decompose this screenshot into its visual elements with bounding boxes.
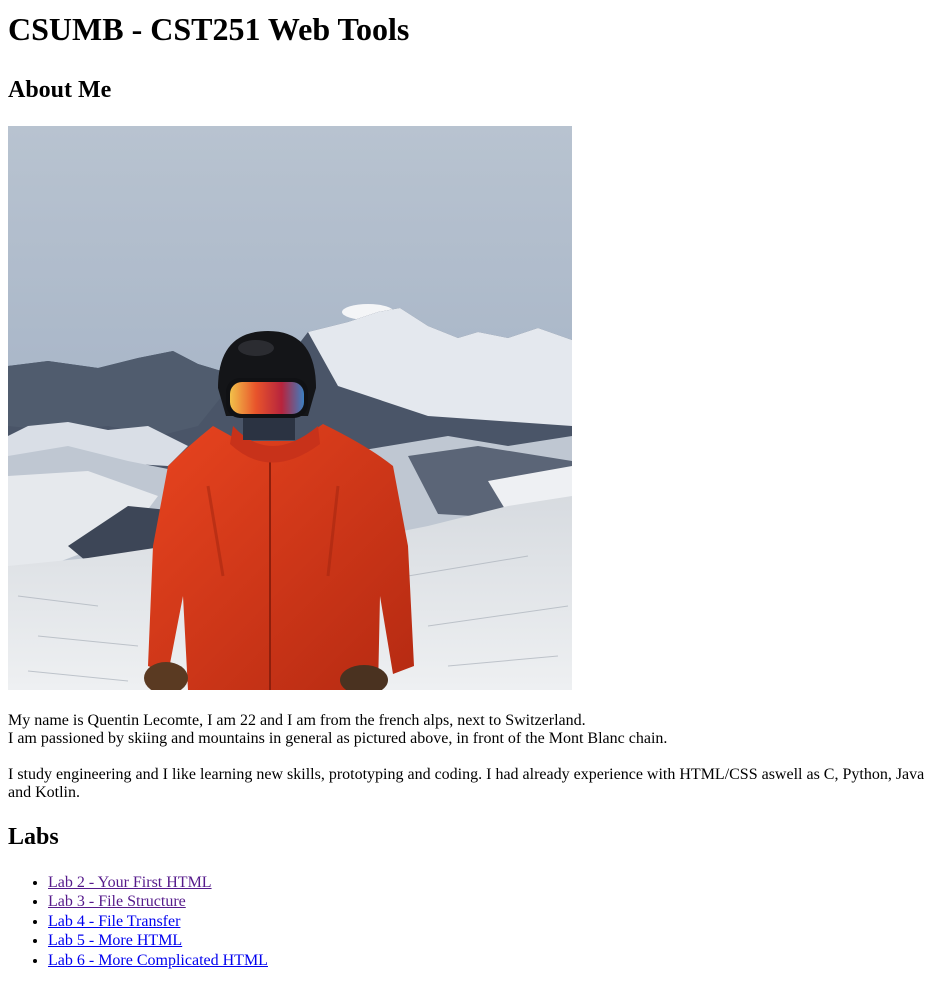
lab-3-link[interactable]: Lab 3 - File Structure: [48, 893, 186, 910]
list-item: Lab 2 - Your First HTML: [48, 873, 940, 892]
intro-text: My name is Quentin Lecomte, I am 22 and …: [8, 712, 940, 748]
study-text: I study engineering and I like learning …: [8, 766, 925, 801]
labs-heading: Labs: [8, 824, 59, 850]
lab-6-link[interactable]: Lab 6 - More Complicated HTML: [48, 952, 268, 969]
about-heading: About Me: [8, 77, 112, 103]
list-item: Lab 3 - File Structure: [48, 892, 940, 911]
list-item: Lab 5 - More HTML: [48, 931, 940, 950]
list-item: Lab 6 - More Complicated HTML: [48, 951, 940, 970]
labs-list: Lab 2 - Your First HTML Lab 3 - File Str…: [8, 873, 940, 970]
skier-photo: [8, 126, 572, 690]
lab-2-link[interactable]: Lab 2 - Your First HTML: [48, 874, 212, 891]
page-content: CSUMB - CST251 Web Tools About Me My nam…: [0, 11, 948, 970]
lab-5-link[interactable]: Lab 5 - More HTML: [48, 932, 182, 949]
page-title: CSUMB - CST251 Web Tools: [8, 11, 410, 47]
intro-line-2: I am passioned by skiing and mountains i…: [8, 730, 668, 747]
lab-4-link[interactable]: Lab 4 - File Transfer: [48, 913, 180, 930]
intro-line-1: My name is Quentin Lecomte, I am 22 and …: [8, 712, 586, 729]
list-item: Lab 4 - File Transfer: [48, 912, 940, 931]
